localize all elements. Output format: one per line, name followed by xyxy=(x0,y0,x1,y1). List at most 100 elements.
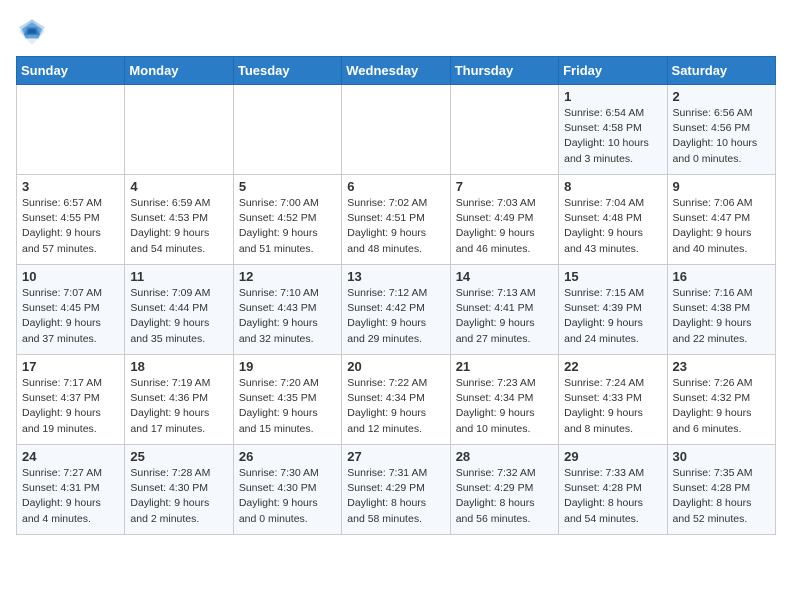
weekday-header-wednesday: Wednesday xyxy=(342,57,450,85)
day-info: Sunrise: 7:09 AM Sunset: 4:44 PM Dayligh… xyxy=(130,286,227,347)
calendar-cell xyxy=(17,85,125,175)
day-info: Sunrise: 7:13 AM Sunset: 4:41 PM Dayligh… xyxy=(456,286,553,347)
day-info: Sunrise: 7:03 AM Sunset: 4:49 PM Dayligh… xyxy=(456,196,553,257)
day-info: Sunrise: 7:23 AM Sunset: 4:34 PM Dayligh… xyxy=(456,376,553,437)
calendar-cell: 12 Sunrise: 7:10 AM Sunset: 4:43 PM Dayli… xyxy=(233,265,341,355)
calendar-cell: 22 Sunrise: 7:24 AM Sunset: 4:33 PM Dayli… xyxy=(559,355,667,445)
day-info: Sunrise: 7:32 AM Sunset: 4:29 PM Dayligh… xyxy=(456,466,553,527)
calendar-cell: 15Sunrise: 7:15 AM Sunset: 4:39 PM Dayli… xyxy=(559,265,667,355)
day-info: Sunrise: 7:00 AM Sunset: 4:52 PM Dayligh… xyxy=(239,196,336,257)
day-number: 9 xyxy=(673,179,770,194)
calendar-cell: 10 Sunrise: 7:07 AM Sunset: 4:45 PM Dayli… xyxy=(17,265,125,355)
calendar-cell: 20 Sunrise: 7:22 AM Sunset: 4:34 PM Dayli… xyxy=(342,355,450,445)
calendar-cell: 8 Sunrise: 7:04 AM Sunset: 4:48 PM Daylig… xyxy=(559,175,667,265)
calendar-cell: 5 Sunrise: 7:00 AM Sunset: 4:52 PM Daylig… xyxy=(233,175,341,265)
day-number: 14 xyxy=(456,269,553,284)
day-info: Sunrise: 6:56 AM Sunset: 4:56 PM Dayligh… xyxy=(673,106,770,167)
day-info: Sunrise: 7:24 AM Sunset: 4:33 PM Dayligh… xyxy=(564,376,661,437)
day-number: 22 xyxy=(564,359,661,374)
page-header xyxy=(16,16,776,48)
week-row-0: 1 Sunrise: 6:54 AM Sunset: 4:58 PM Daylig… xyxy=(17,85,776,175)
week-row-1: 3 Sunrise: 6:57 AM Sunset: 4:55 PM Daylig… xyxy=(17,175,776,265)
day-info: Sunrise: 7:04 AM Sunset: 4:48 PM Dayligh… xyxy=(564,196,661,257)
day-number: 2 xyxy=(673,89,770,104)
weekday-header-sunday: Sunday xyxy=(17,57,125,85)
calendar-cell: 2 Sunrise: 6:56 AM Sunset: 4:56 PM Daylig… xyxy=(667,85,775,175)
day-info: Sunrise: 7:19 AM Sunset: 4:36 PM Dayligh… xyxy=(130,376,227,437)
day-number: 27 xyxy=(347,449,444,464)
day-info: Sunrise: 7:30 AM Sunset: 4:30 PM Dayligh… xyxy=(239,466,336,527)
week-row-3: 17Sunrise: 7:17 AM Sunset: 4:37 PM Dayli… xyxy=(17,355,776,445)
day-info: Sunrise: 7:12 AM Sunset: 4:42 PM Dayligh… xyxy=(347,286,444,347)
calendar-cell: 16Sunrise: 7:16 AM Sunset: 4:38 PM Dayli… xyxy=(667,265,775,355)
logo-icon xyxy=(16,16,48,48)
calendar-cell: 9 Sunrise: 7:06 AM Sunset: 4:47 PM Daylig… xyxy=(667,175,775,265)
day-number: 11 xyxy=(130,269,227,284)
day-number: 20 xyxy=(347,359,444,374)
day-number: 28 xyxy=(456,449,553,464)
weekday-header-row: SundayMondayTuesdayWednesdayThursdayFrid… xyxy=(17,57,776,85)
weekday-header-friday: Friday xyxy=(559,57,667,85)
calendar-cell: 21 Sunrise: 7:23 AM Sunset: 4:34 PM Dayli… xyxy=(450,355,558,445)
calendar-cell xyxy=(125,85,233,175)
day-info: Sunrise: 7:31 AM Sunset: 4:29 PM Dayligh… xyxy=(347,466,444,527)
calendar-cell: 6Sunrise: 7:02 AM Sunset: 4:51 PM Daylig… xyxy=(342,175,450,265)
day-number: 23 xyxy=(673,359,770,374)
calendar-cell: 26 Sunrise: 7:30 AM Sunset: 4:30 PM Dayli… xyxy=(233,445,341,535)
day-number: 17 xyxy=(22,359,119,374)
week-row-4: 24 Sunrise: 7:27 AM Sunset: 4:31 PM Dayli… xyxy=(17,445,776,535)
day-number: 5 xyxy=(239,179,336,194)
weekday-header-tuesday: Tuesday xyxy=(233,57,341,85)
day-info: Sunrise: 7:02 AM Sunset: 4:51 PM Dayligh… xyxy=(347,196,444,257)
day-number: 26 xyxy=(239,449,336,464)
calendar-table: SundayMondayTuesdayWednesdayThursdayFrid… xyxy=(16,56,776,535)
calendar-cell: 18Sunrise: 7:19 AM Sunset: 4:36 PM Dayli… xyxy=(125,355,233,445)
day-info: Sunrise: 7:20 AM Sunset: 4:35 PM Dayligh… xyxy=(239,376,336,437)
day-info: Sunrise: 7:27 AM Sunset: 4:31 PM Dayligh… xyxy=(22,466,119,527)
calendar-cell: 28 Sunrise: 7:32 AM Sunset: 4:29 PM Dayli… xyxy=(450,445,558,535)
day-info: Sunrise: 7:10 AM Sunset: 4:43 PM Dayligh… xyxy=(239,286,336,347)
day-number: 12 xyxy=(239,269,336,284)
calendar-cell: 23 Sunrise: 7:26 AM Sunset: 4:32 PM Dayli… xyxy=(667,355,775,445)
day-info: Sunrise: 7:22 AM Sunset: 4:34 PM Dayligh… xyxy=(347,376,444,437)
day-number: 7 xyxy=(456,179,553,194)
day-number: 3 xyxy=(22,179,119,194)
calendar-cell: 3 Sunrise: 6:57 AM Sunset: 4:55 PM Daylig… xyxy=(17,175,125,265)
weekday-header-thursday: Thursday xyxy=(450,57,558,85)
calendar-cell: 17Sunrise: 7:17 AM Sunset: 4:37 PM Dayli… xyxy=(17,355,125,445)
day-info: Sunrise: 7:06 AM Sunset: 4:47 PM Dayligh… xyxy=(673,196,770,257)
calendar-cell: 24 Sunrise: 7:27 AM Sunset: 4:31 PM Dayli… xyxy=(17,445,125,535)
day-number: 10 xyxy=(22,269,119,284)
calendar-cell: 30 Sunrise: 7:35 AM Sunset: 4:28 PM Dayli… xyxy=(667,445,775,535)
day-number: 1 xyxy=(564,89,661,104)
day-info: Sunrise: 7:07 AM Sunset: 4:45 PM Dayligh… xyxy=(22,286,119,347)
day-info: Sunrise: 7:26 AM Sunset: 4:32 PM Dayligh… xyxy=(673,376,770,437)
day-number: 30 xyxy=(673,449,770,464)
logo xyxy=(16,16,52,48)
calendar-cell xyxy=(233,85,341,175)
calendar-cell: 4Sunrise: 6:59 AM Sunset: 4:53 PM Daylig… xyxy=(125,175,233,265)
day-number: 4 xyxy=(130,179,227,194)
weekday-header-saturday: Saturday xyxy=(667,57,775,85)
day-number: 8 xyxy=(564,179,661,194)
day-info: Sunrise: 7:35 AM Sunset: 4:28 PM Dayligh… xyxy=(673,466,770,527)
calendar-cell: 29Sunrise: 7:33 AM Sunset: 4:28 PM Dayli… xyxy=(559,445,667,535)
day-info: Sunrise: 6:57 AM Sunset: 4:55 PM Dayligh… xyxy=(22,196,119,257)
day-number: 25 xyxy=(130,449,227,464)
day-number: 19 xyxy=(239,359,336,374)
weekday-header-monday: Monday xyxy=(125,57,233,85)
calendar-cell: 14 Sunrise: 7:13 AM Sunset: 4:41 PM Dayli… xyxy=(450,265,558,355)
calendar-cell xyxy=(450,85,558,175)
calendar-cell: 1 Sunrise: 6:54 AM Sunset: 4:58 PM Daylig… xyxy=(559,85,667,175)
day-number: 24 xyxy=(22,449,119,464)
day-number: 15 xyxy=(564,269,661,284)
calendar-cell xyxy=(342,85,450,175)
day-info: Sunrise: 7:33 AM Sunset: 4:28 PM Dayligh… xyxy=(564,466,661,527)
calendar-cell: 19 Sunrise: 7:20 AM Sunset: 4:35 PM Dayli… xyxy=(233,355,341,445)
day-info: Sunrise: 7:16 AM Sunset: 4:38 PM Dayligh… xyxy=(673,286,770,347)
day-number: 21 xyxy=(456,359,553,374)
week-row-2: 10 Sunrise: 7:07 AM Sunset: 4:45 PM Dayli… xyxy=(17,265,776,355)
calendar-cell: 27 Sunrise: 7:31 AM Sunset: 4:29 PM Dayli… xyxy=(342,445,450,535)
day-info: Sunrise: 6:54 AM Sunset: 4:58 PM Dayligh… xyxy=(564,106,661,167)
calendar-cell: 13Sunrise: 7:12 AM Sunset: 4:42 PM Dayli… xyxy=(342,265,450,355)
